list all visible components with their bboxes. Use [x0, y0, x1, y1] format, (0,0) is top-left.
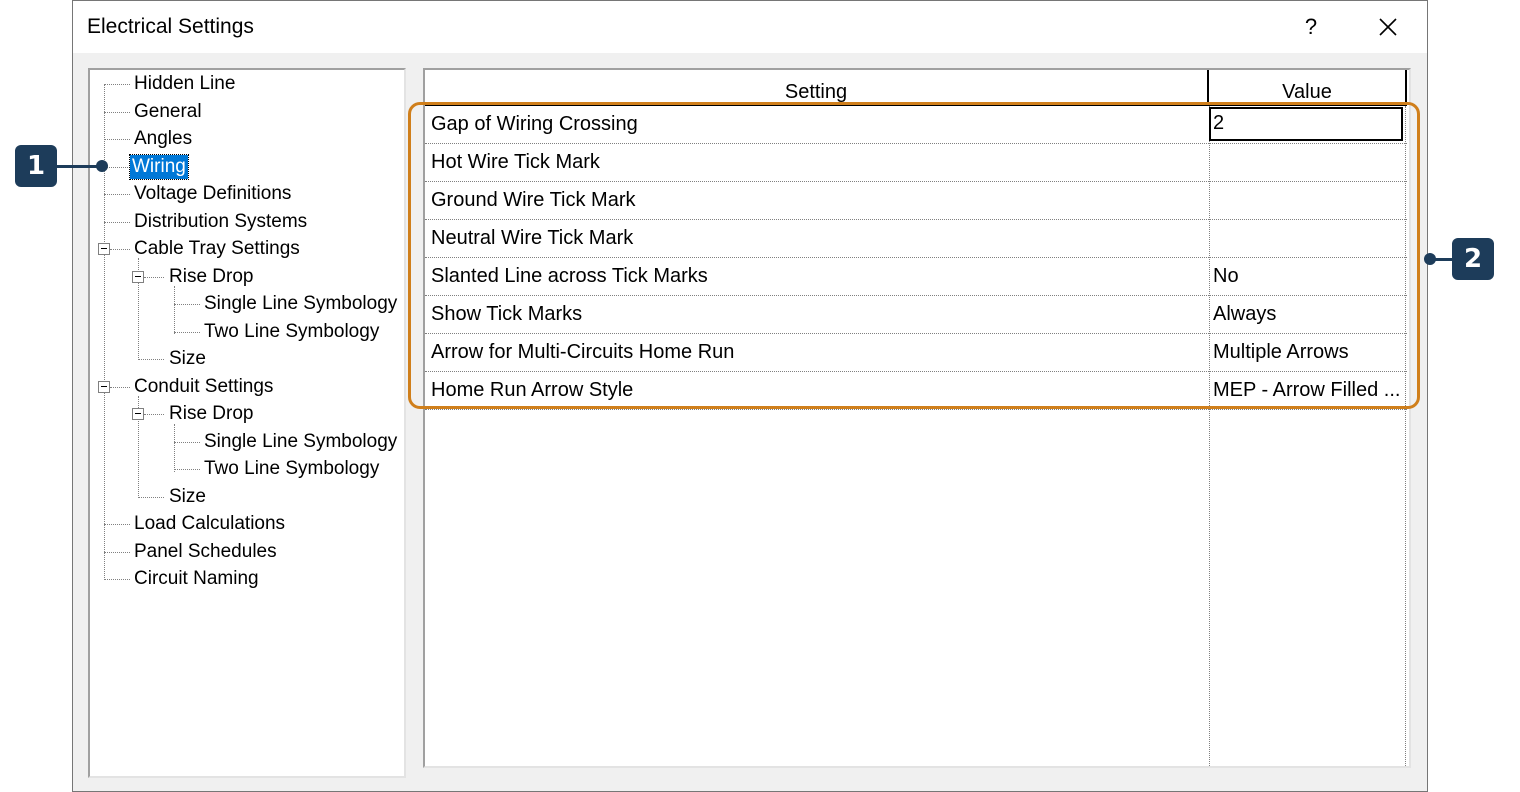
grid-bottom-edge: [423, 768, 1411, 778]
tree-line: [174, 424, 175, 472]
tree-line: [174, 286, 175, 334]
tree-line: [104, 139, 130, 140]
callout-connector-1: [57, 165, 97, 168]
tree-line: [104, 579, 130, 580]
grid-header: Setting Value: [425, 70, 1409, 106]
close-icon: [1379, 18, 1397, 36]
tree-line: [174, 332, 200, 333]
tree-item-hidden-line[interactable]: Hidden Line: [132, 72, 237, 96]
tree-line: [104, 194, 130, 195]
callout-badge-1: 1: [15, 145, 57, 187]
tree-line: [104, 167, 130, 168]
tree-line: [144, 277, 164, 278]
callout-badge-2: 2: [1452, 238, 1494, 280]
tree-line: [144, 414, 164, 415]
tree-item-cable-tray-two-line[interactable]: Two Line Symbology: [202, 320, 381, 344]
collapse-conduit-icon[interactable]: [98, 381, 110, 393]
tree-line: [104, 222, 130, 223]
tree-item-cable-tray-settings[interactable]: Cable Tray Settings: [132, 237, 302, 261]
tree-item-conduit-settings[interactable]: Conduit Settings: [132, 375, 275, 399]
tree-line: [104, 552, 130, 553]
collapse-cable-tray-icon[interactable]: [98, 243, 110, 255]
tree-item-distribution-systems[interactable]: Distribution Systems: [132, 210, 309, 234]
tree-item-cable-tray-rise-drop[interactable]: Rise Drop: [167, 265, 255, 289]
callout-highlight-box: [408, 102, 1420, 409]
tree-item-conduit-rise-drop[interactable]: Rise Drop: [167, 402, 255, 426]
column-header-setting[interactable]: Setting: [425, 70, 1209, 106]
tree-line: [174, 442, 200, 443]
tree-line: [104, 84, 105, 580]
tree-item-conduit-two-line[interactable]: Two Line Symbology: [202, 457, 381, 481]
tree-item-conduit-single-line[interactable]: Single Line Symbology: [202, 430, 399, 454]
collapse-conduit-rise-drop-icon[interactable]: [132, 408, 144, 420]
tree-line: [104, 84, 130, 85]
tree-line: [104, 112, 130, 113]
tree-item-general[interactable]: General: [132, 100, 204, 124]
tree-item-angles[interactable]: Angles: [132, 127, 194, 151]
tree-line: [110, 387, 130, 388]
callout-connector-2: [1434, 258, 1452, 261]
tree-item-conduit-size[interactable]: Size: [167, 485, 208, 509]
tree-item-load-calculations[interactable]: Load Calculations: [132, 512, 287, 536]
tree-line: [138, 497, 164, 498]
tree-line: [104, 524, 130, 525]
tree-line: [174, 304, 200, 305]
column-header-value[interactable]: Value: [1209, 70, 1407, 106]
tree-item-wiring[interactable]: Wiring: [129, 154, 189, 180]
settings-tree[interactable]: Hidden Line General Angles Wiring Voltag…: [88, 68, 406, 778]
tree-line: [110, 249, 130, 250]
close-button[interactable]: [1371, 11, 1405, 45]
tree-item-cable-tray-single-line[interactable]: Single Line Symbology: [202, 292, 399, 316]
tree-line: [138, 359, 164, 360]
tree-item-voltage-definitions[interactable]: Voltage Definitions: [132, 182, 293, 206]
tree-item-circuit-naming[interactable]: Circuit Naming: [132, 567, 261, 591]
tree-item-panel-schedules[interactable]: Panel Schedules: [132, 540, 279, 564]
tree-item-cable-tray-size[interactable]: Size: [167, 347, 208, 371]
dialog-title: Electrical Settings: [87, 15, 254, 38]
title-bar: Electrical Settings ?: [73, 1, 1427, 53]
tree-line: [174, 469, 200, 470]
collapse-cable-tray-rise-drop-icon[interactable]: [132, 271, 144, 283]
callout-dot-1: [96, 160, 108, 172]
help-button[interactable]: ?: [1295, 11, 1327, 43]
